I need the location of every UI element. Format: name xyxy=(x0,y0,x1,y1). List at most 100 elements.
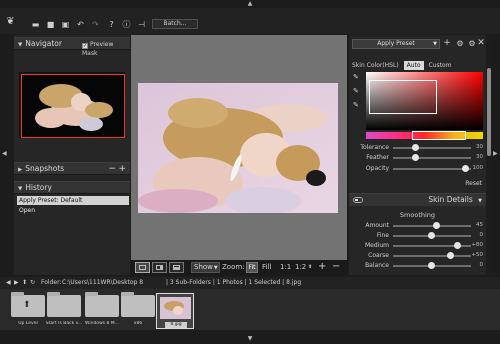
balance-slider[interactable]: Balance 0 xyxy=(349,261,486,270)
preview-mask-checkbox[interactable]: ✓ Preview Mask xyxy=(82,40,130,58)
show-dropdown[interactable]: Show▼ xyxy=(191,262,220,273)
folder-label: Folder: xyxy=(41,279,62,286)
slider-knob[interactable] xyxy=(433,222,440,229)
chevron-down-icon: ▼ xyxy=(213,265,218,271)
collapse-left-arrow-icon[interactable]: ◀ xyxy=(2,150,7,157)
zoom-1-2-button[interactable]: 1:2 xyxy=(295,262,306,273)
checkbox-check-icon: ✓ xyxy=(82,43,88,49)
thumbnail-folder[interactable]: x86 xyxy=(119,292,157,329)
up-arrow-icon[interactable]: ⬆ xyxy=(22,277,27,289)
back-arrow-icon[interactable]: ◀ xyxy=(6,277,11,289)
add-preset-icon[interactable]: + xyxy=(442,38,452,49)
coarse-slider[interactable]: Coarse +50 xyxy=(349,251,486,260)
batch-button[interactable]: Batch... xyxy=(152,19,198,29)
save-icon[interactable]: ■ xyxy=(45,20,56,31)
left-panel: ▼ Navigator ✓ Preview Mask ▶ Snapshots − + … xyxy=(14,35,130,275)
navigator-header[interactable]: ▼ Navigator ✓ Preview Mask xyxy=(14,37,130,57)
history-header[interactable]: ▼ History xyxy=(14,181,130,194)
hue-range-window[interactable] xyxy=(412,131,466,140)
open-folder-icon[interactable]: ▬ xyxy=(30,20,41,31)
medium-slider[interactable]: Medium +80 xyxy=(349,241,486,250)
color-range-rect[interactable] xyxy=(369,80,437,114)
slider-knob[interactable] xyxy=(462,165,469,172)
auto-button[interactable]: Auto xyxy=(403,61,424,70)
zoom-in-icon[interactable]: + xyxy=(318,261,326,272)
opacity-slider[interactable]: Opacity 100 xyxy=(349,164,486,173)
scrollbar-thumb[interactable] xyxy=(487,68,491,156)
feather-value: 30 xyxy=(476,154,483,160)
snapshots-header[interactable]: ▶ Snapshots − + xyxy=(14,162,130,175)
right-panel: Apply Preset ▼ + ⚙ ⚙ ✕ Skin Color(HSL) Au… xyxy=(349,35,486,275)
forward-arrow-icon[interactable]: ▶ xyxy=(14,277,19,289)
gear-icon[interactable]: ⚙ xyxy=(455,38,465,49)
refresh-icon[interactable]: ↻ xyxy=(30,277,35,289)
redo-icon[interactable]: ↷ xyxy=(90,20,101,31)
zoom-fill-button[interactable]: Fill xyxy=(262,262,271,273)
folder-path[interactable]: C:\Users\111WR\Desktop 8 xyxy=(62,277,143,289)
history-item[interactable]: Open xyxy=(17,206,129,215)
split-horizontal-view-button[interactable] xyxy=(169,262,184,273)
amount-label: Amount xyxy=(365,222,389,229)
eyedropper-icon[interactable]: ✎ xyxy=(353,73,361,81)
skin-color-row: Skin Color(HSL) Auto Custom xyxy=(352,61,451,70)
slider-knob[interactable] xyxy=(412,154,419,161)
eyedropper-plus-icon[interactable]: ✎ xyxy=(353,87,361,95)
remove-snapshot-icon[interactable]: − xyxy=(108,163,116,175)
up-level-folder-icon: ⬆ xyxy=(11,292,45,317)
thumbnail-label: 8.jpg xyxy=(165,322,187,328)
thumbnail-folder[interactable]: Start Is Back v... xyxy=(45,292,83,329)
info-icon[interactable]: ⓘ xyxy=(121,20,132,31)
app-logo-icon: ❦ xyxy=(6,16,15,27)
custom-button[interactable]: Custom xyxy=(428,62,451,69)
apply-preset-dropdown[interactable]: Apply Preset ▼ xyxy=(352,39,440,49)
help-icon[interactable]: ? xyxy=(106,20,117,31)
save-as-icon[interactable]: ▣ xyxy=(60,20,71,31)
reset-button[interactable]: Reset xyxy=(465,180,482,187)
slider-track xyxy=(393,147,471,149)
collapse-bottom-arrow-icon[interactable]: ▼ xyxy=(245,335,255,342)
thumbnail-image-selected[interactable]: 8.jpg xyxy=(156,293,194,329)
amount-value: 45 xyxy=(476,222,483,228)
undo-icon[interactable]: ↶ xyxy=(75,20,86,31)
expand-triangle-icon: ▼ xyxy=(18,42,23,48)
show-label: Show xyxy=(194,263,213,271)
split-vertical-view-button[interactable] xyxy=(152,262,167,273)
slider-track xyxy=(393,225,471,227)
thumbnail-up-level[interactable]: ⬆ Up Level xyxy=(9,292,47,329)
balance-label: Balance xyxy=(365,262,389,269)
medium-value: +80 xyxy=(471,242,483,248)
zoom-fit-button[interactable]: Fit xyxy=(246,262,258,273)
split-horizontal-icon xyxy=(173,265,180,270)
toggle-switch-icon[interactable] xyxy=(353,197,363,203)
slider-knob[interactable] xyxy=(454,242,461,249)
skin-details-header[interactable]: Skin Details ▼ xyxy=(349,193,486,206)
zoom-label: Zoom: xyxy=(222,263,245,271)
hue-slider[interactable] xyxy=(366,131,483,140)
zoom-out-icon[interactable]: − xyxy=(332,261,340,272)
collapse-top-arrow-icon[interactable]: ▲ xyxy=(245,0,255,7)
zoom-dropdown-icon[interactable]: ⬍ xyxy=(308,262,312,273)
folder-icon xyxy=(85,292,119,317)
navigator-viewport-frame[interactable] xyxy=(21,74,125,138)
color-picker[interactable] xyxy=(366,72,483,130)
navigator-preview[interactable] xyxy=(19,72,125,138)
amount-slider[interactable]: Amount 45 xyxy=(349,221,486,230)
add-snapshot-icon[interactable]: + xyxy=(118,163,126,175)
fine-slider[interactable]: Fine 0 xyxy=(349,231,486,240)
plugin-icon[interactable]: ⊣ xyxy=(136,20,147,31)
eyedropper-minus-icon[interactable]: ✎ xyxy=(353,101,361,109)
history-item[interactable]: Apply Preset: Default xyxy=(17,196,129,205)
close-icon[interactable]: ✕ xyxy=(476,38,486,49)
image-canvas[interactable] xyxy=(131,35,347,260)
zoom-1-1-button[interactable]: 1:1 xyxy=(280,262,291,273)
collapse-right-arrow-icon[interactable]: ▶ xyxy=(493,150,498,157)
single-view-button[interactable] xyxy=(135,262,150,273)
slider-knob[interactable] xyxy=(412,144,419,151)
feather-slider[interactable]: Feather 30 xyxy=(349,153,486,162)
snapshots-title: Snapshots xyxy=(25,164,65,173)
thumbnail-folder[interactable]: Windows 8 M... xyxy=(83,292,121,329)
slider-knob[interactable] xyxy=(428,232,435,239)
slider-knob[interactable] xyxy=(447,252,454,259)
tolerance-slider[interactable]: Tolerance 30 xyxy=(349,143,486,152)
slider-knob[interactable] xyxy=(428,262,435,269)
